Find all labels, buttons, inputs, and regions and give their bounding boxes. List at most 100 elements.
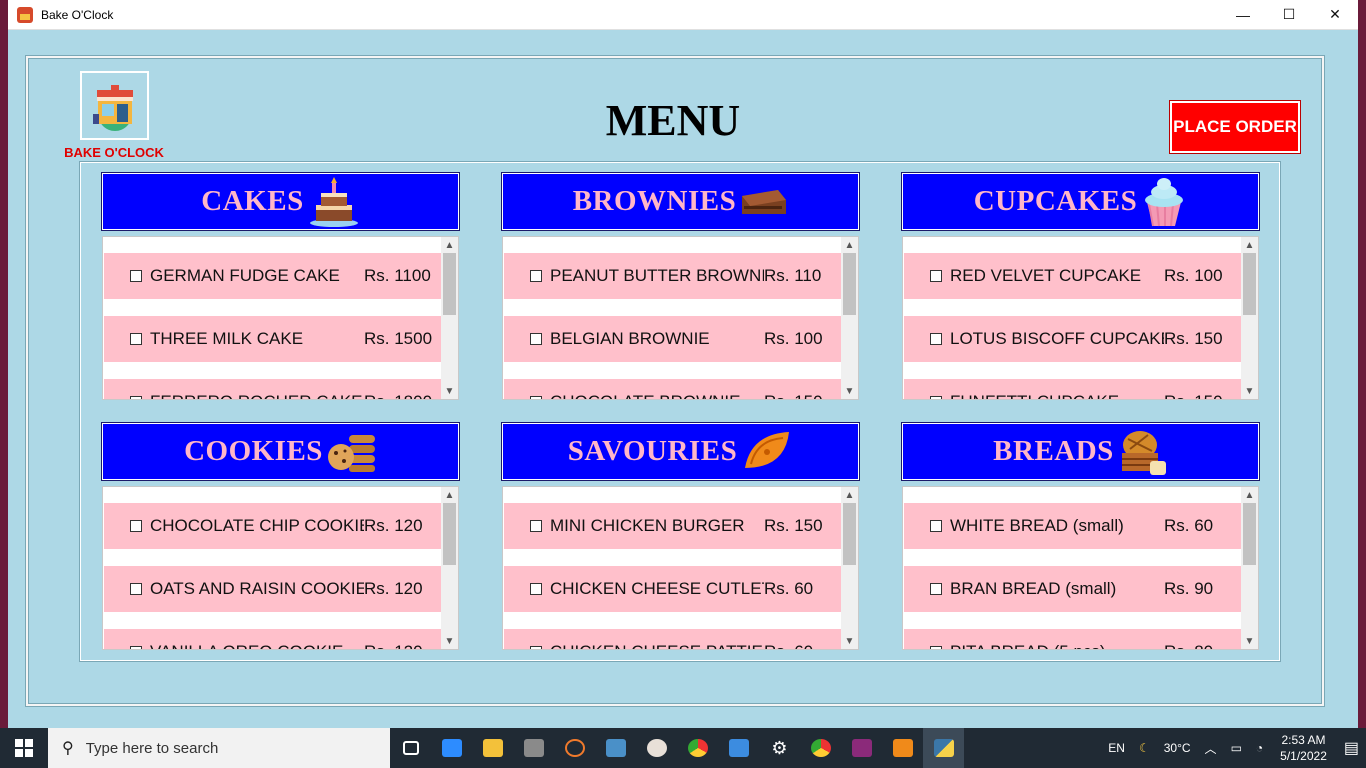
menu-item[interactable]: VANILLA OREO COOKIERs. 120 bbox=[104, 629, 442, 649]
item-checkbox[interactable] bbox=[930, 520, 942, 532]
items-listbox[interactable]: MINI CHICKEN BURGER Rs. 150 CHICKEN CHEESE… bbox=[502, 486, 859, 650]
scroll-thumb[interactable] bbox=[443, 253, 456, 315]
scrollbar[interactable]: ▲ ▼ bbox=[1241, 487, 1258, 649]
menu-item[interactable]: GERMAN FUDGE CAKE Rs. 1100 bbox=[104, 253, 442, 299]
items-listbox[interactable]: WHITE BREAD (small) Rs. 60 BRAN BREAD (sma… bbox=[902, 486, 1259, 650]
wifi-icon[interactable]: ◔ bbox=[1249, 741, 1270, 755]
scroll-up-icon[interactable]: ▲ bbox=[441, 237, 458, 253]
zoom-icon[interactable] bbox=[431, 728, 472, 768]
scroll-down-icon[interactable]: ▼ bbox=[841, 383, 858, 399]
menu-item[interactable]: PEANUT BUTTER BROWNIE Rs. 110 bbox=[504, 253, 842, 299]
menu-item[interactable]: FUNFETTI CUPCAKERs. 150 bbox=[904, 379, 1242, 399]
item-checkbox[interactable] bbox=[930, 270, 942, 282]
scroll-up-icon[interactable]: ▲ bbox=[841, 237, 858, 253]
chrome-icon[interactable] bbox=[677, 728, 718, 768]
scrollbar[interactable]: ▲ ▼ bbox=[441, 237, 458, 399]
item-checkbox[interactable] bbox=[530, 396, 542, 399]
menu-item[interactable]: THREE MILK CAKE Rs. 1500 bbox=[104, 316, 442, 362]
item-checkbox[interactable] bbox=[130, 270, 142, 282]
category-title: BREADS bbox=[993, 435, 1114, 467]
menu-item[interactable]: CHOCOLATE CHIP COOKIE Rs. 120 bbox=[104, 503, 442, 549]
scroll-down-icon[interactable]: ▼ bbox=[1241, 633, 1258, 649]
menu-item[interactable]: RED VELVET CUPCAKE Rs. 100 bbox=[904, 253, 1242, 299]
menu-item[interactable]: CHICKEN CHEESE PATTIESRs. 60 bbox=[504, 629, 842, 649]
item-checkbox[interactable] bbox=[530, 333, 542, 345]
place-order-button[interactable]: PLACE ORDER bbox=[1170, 101, 1300, 153]
menu-item[interactable]: OATS AND RAISIN COOKIE Rs. 120 bbox=[104, 566, 442, 612]
item-checkbox[interactable] bbox=[930, 583, 942, 595]
settings-gear-icon[interactable]: ⚙ bbox=[759, 728, 800, 768]
calculator-icon[interactable] bbox=[513, 728, 554, 768]
scroll-thumb[interactable] bbox=[843, 253, 856, 315]
item-checkbox[interactable] bbox=[930, 333, 942, 345]
scroll-down-icon[interactable]: ▼ bbox=[441, 383, 458, 399]
item-checkbox[interactable] bbox=[930, 396, 942, 399]
language-indicator[interactable]: EN bbox=[1101, 741, 1132, 755]
scroll-thumb[interactable] bbox=[843, 503, 856, 565]
scroll-thumb[interactable] bbox=[1243, 503, 1256, 565]
menu-item[interactable]: MINI CHICKEN BURGER Rs. 150 bbox=[504, 503, 842, 549]
scroll-thumb[interactable] bbox=[443, 503, 456, 565]
scroll-thumb[interactable] bbox=[1243, 253, 1256, 315]
clock[interactable]: 2:53 AM 5/1/2022 bbox=[1270, 732, 1337, 764]
item-checkbox[interactable] bbox=[130, 646, 142, 649]
menu-item[interactable]: CHOCOLATE BROWNIERs. 150 bbox=[504, 379, 842, 399]
item-checkbox[interactable] bbox=[530, 520, 542, 532]
menu-item[interactable]: BELGIAN BROWNIE Rs. 100 bbox=[504, 316, 842, 362]
item-checkbox[interactable] bbox=[130, 396, 142, 399]
scroll-down-icon[interactable]: ▼ bbox=[841, 633, 858, 649]
scrollbar[interactable]: ▲ ▼ bbox=[1241, 237, 1258, 399]
scroll-up-icon[interactable]: ▲ bbox=[1241, 237, 1258, 253]
close-button[interactable]: ✕ bbox=[1312, 0, 1358, 30]
item-checkbox[interactable] bbox=[530, 270, 542, 282]
menu-item[interactable]: WHITE BREAD (small) Rs. 60 bbox=[904, 503, 1242, 549]
file-explorer-icon[interactable] bbox=[472, 728, 513, 768]
item-checkbox[interactable] bbox=[130, 333, 142, 345]
item-checkbox[interactable] bbox=[930, 646, 942, 649]
scrollbar[interactable]: ▲ ▼ bbox=[841, 237, 858, 399]
laptop-app-icon[interactable] bbox=[595, 728, 636, 768]
item-checkbox[interactable] bbox=[130, 583, 142, 595]
items-listbox[interactable]: CHOCOLATE CHIP COOKIE Rs. 120 OATS AND RAI… bbox=[102, 486, 459, 650]
scrollbar[interactable]: ▲ ▼ bbox=[441, 487, 458, 649]
menu-item[interactable]: FERRERO ROCHER CAKERs. 1800 bbox=[104, 379, 442, 399]
menu-item[interactable]: PITA BREAD (5 pcs)Rs. 80 bbox=[904, 629, 1242, 649]
menu-item[interactable]: CHICKEN CHEESE CUTLET Rs. 60 bbox=[504, 566, 842, 612]
item-checkbox[interactable] bbox=[530, 583, 542, 595]
python-icon[interactable] bbox=[923, 728, 964, 768]
chrome-icon-2[interactable] bbox=[800, 728, 841, 768]
title-bar: Bake O'Clock — ☐ ✕ bbox=[8, 0, 1358, 30]
scroll-up-icon[interactable]: ▲ bbox=[841, 487, 858, 503]
moon-weather-icon: ☾ bbox=[1138, 741, 1150, 755]
item-checkbox[interactable] bbox=[530, 646, 542, 649]
orange-app-icon[interactable] bbox=[882, 728, 923, 768]
maximize-button[interactable]: ☐ bbox=[1266, 0, 1312, 30]
chevron-up-icon[interactable]: ︿ bbox=[1198, 740, 1224, 757]
temperature[interactable]: 30°C bbox=[1157, 741, 1198, 755]
item-name: CHOCOLATE CHIP COOKIE bbox=[150, 516, 364, 535]
item-checkbox[interactable] bbox=[130, 520, 142, 532]
notifications-icon[interactable]: ▤ bbox=[1337, 738, 1366, 758]
scroll-down-icon[interactable]: ▼ bbox=[1241, 383, 1258, 399]
minimize-button[interactable]: — bbox=[1220, 0, 1266, 30]
app-icon bbox=[17, 6, 33, 23]
start-button[interactable] bbox=[0, 728, 48, 768]
battery-icon[interactable]: ▭ bbox=[1224, 741, 1249, 755]
taskbar-search[interactable]: ⚲ Type here to search bbox=[48, 728, 390, 768]
items-listbox[interactable]: PEANUT BUTTER BROWNIE Rs. 110 BELGIAN BROW… bbox=[502, 236, 859, 400]
menu-item[interactable]: LOTUS BISCOFF CUPCAKE Rs. 150 bbox=[904, 316, 1242, 362]
winrar-icon[interactable] bbox=[841, 728, 882, 768]
scrollbar[interactable]: ▲ ▼ bbox=[841, 487, 858, 649]
paint-icon[interactable] bbox=[636, 728, 677, 768]
sync-app-icon[interactable] bbox=[554, 728, 595, 768]
scroll-down-icon[interactable]: ▼ bbox=[441, 633, 458, 649]
scroll-up-icon[interactable]: ▲ bbox=[441, 487, 458, 503]
items-listbox[interactable]: GERMAN FUDGE CAKE Rs. 1100 THREE MILK CAKE… bbox=[102, 236, 459, 400]
task-view-icon[interactable] bbox=[390, 728, 431, 768]
menu-item[interactable]: BRAN BREAD (small) Rs. 90 bbox=[904, 566, 1242, 612]
scroll-up-icon[interactable]: ▲ bbox=[1241, 487, 1258, 503]
brownie-icon bbox=[740, 186, 788, 218]
mail-icon[interactable] bbox=[718, 728, 759, 768]
category-header: CAKES bbox=[102, 173, 459, 230]
items-listbox[interactable]: RED VELVET CUPCAKE Rs. 100 LOTUS BISCOFF C… bbox=[902, 236, 1259, 400]
